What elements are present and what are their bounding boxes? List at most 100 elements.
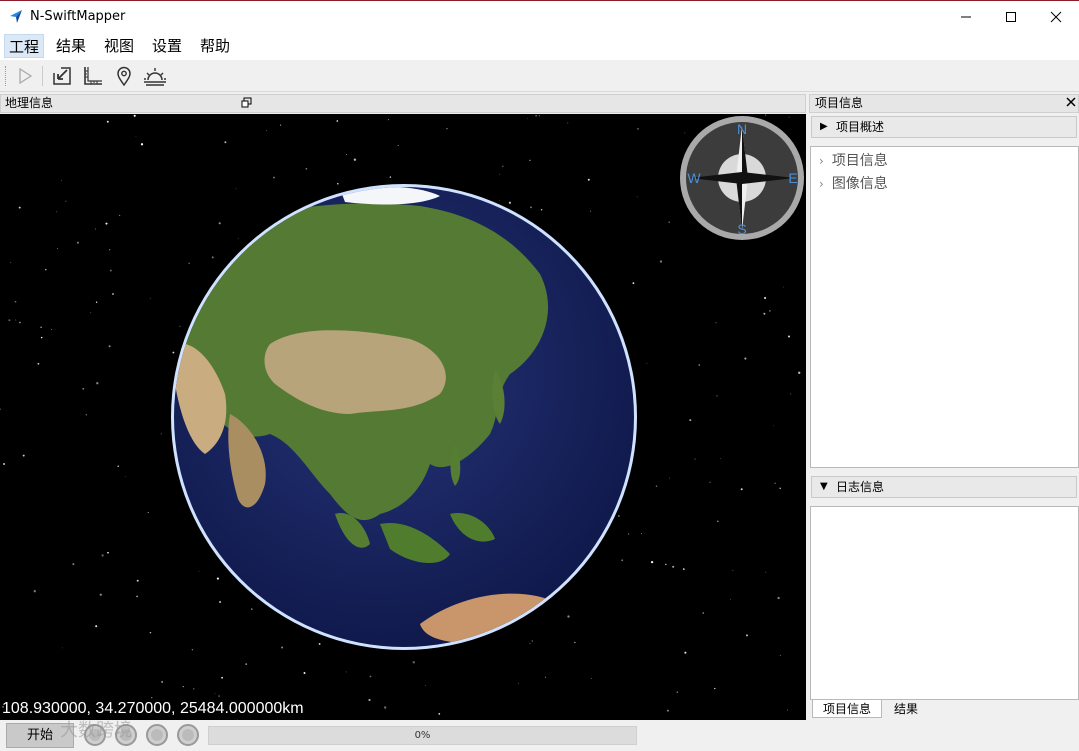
globe-viewport[interactable]: N S E W 108.930000, 34.270000, 25484.000… bbox=[0, 114, 806, 720]
log-section-toggle[interactable]: ▼ 日志信息 bbox=[811, 476, 1077, 498]
star bbox=[668, 221, 670, 223]
log-section-label: 日志信息 bbox=[836, 480, 885, 494]
star bbox=[637, 128, 639, 130]
status-toggle-4[interactable] bbox=[177, 724, 199, 746]
menu-view[interactable]: 视图 bbox=[100, 34, 138, 58]
star bbox=[788, 116, 790, 118]
star bbox=[3, 463, 6, 465]
star bbox=[135, 136, 137, 138]
star bbox=[744, 357, 747, 360]
toolbar-grip[interactable] bbox=[5, 66, 8, 86]
location-button[interactable] bbox=[112, 64, 136, 88]
minimize-button[interactable] bbox=[943, 1, 989, 32]
star bbox=[106, 120, 109, 123]
import-button[interactable] bbox=[50, 64, 74, 88]
star bbox=[15, 319, 17, 321]
star bbox=[221, 676, 223, 679]
star bbox=[56, 247, 58, 249]
star bbox=[676, 691, 678, 693]
close-panel-button[interactable] bbox=[1064, 97, 1077, 110]
star bbox=[108, 345, 111, 348]
globe-scene[interactable]: N S E W bbox=[0, 114, 806, 720]
star bbox=[280, 124, 282, 126]
menu-help[interactable]: 帮助 bbox=[196, 34, 234, 58]
star bbox=[303, 672, 306, 674]
star bbox=[179, 325, 181, 327]
float-panel-button[interactable] bbox=[240, 97, 253, 110]
star bbox=[160, 433, 162, 435]
project-panel: 项目信息 ▶ 项目概述 › 项目信息 › 图像信息 ▼ 日志信息 项目信息 结果 bbox=[241, 94, 1079, 720]
tree-item-image-info[interactable]: › 图像信息 bbox=[819, 173, 888, 193]
star bbox=[305, 168, 308, 170]
star bbox=[717, 520, 719, 522]
log-output[interactable] bbox=[810, 506, 1079, 700]
close-button[interactable] bbox=[1033, 1, 1079, 32]
project-tree[interactable]: › 项目信息 › 图像信息 bbox=[810, 146, 1079, 468]
star bbox=[438, 713, 441, 715]
star bbox=[769, 310, 771, 312]
star bbox=[273, 176, 275, 179]
star bbox=[665, 563, 667, 566]
menu-settings[interactable]: 设置 bbox=[148, 34, 186, 58]
star bbox=[774, 482, 776, 484]
import-icon bbox=[53, 67, 71, 85]
star bbox=[773, 425, 774, 427]
progress-bar: 0% bbox=[208, 726, 637, 745]
tree-item-label: 项目信息 bbox=[831, 153, 888, 169]
tab-project-info[interactable]: 项目信息 bbox=[812, 700, 883, 718]
status-toggle-3[interactable] bbox=[146, 724, 168, 746]
star bbox=[715, 322, 717, 324]
star bbox=[529, 159, 531, 162]
star bbox=[235, 188, 237, 190]
overview-section-toggle[interactable]: ▶ 项目概述 bbox=[811, 116, 1077, 138]
star bbox=[211, 256, 214, 259]
star bbox=[499, 173, 500, 175]
measure-button[interactable] bbox=[81, 64, 105, 88]
star bbox=[191, 649, 194, 651]
star bbox=[193, 688, 195, 690]
maximize-button[interactable] bbox=[988, 1, 1034, 32]
star bbox=[65, 200, 67, 202]
chevron-right-icon: › bbox=[819, 154, 824, 168]
run-button[interactable] bbox=[13, 64, 37, 88]
star bbox=[112, 293, 114, 295]
star bbox=[790, 393, 792, 395]
star bbox=[763, 312, 766, 315]
star bbox=[8, 319, 11, 322]
star bbox=[101, 554, 104, 557]
star bbox=[720, 458, 722, 459]
star bbox=[82, 387, 85, 390]
progress-text: 0% bbox=[414, 730, 431, 741]
star bbox=[72, 563, 75, 566]
compass-widget[interactable]: N S E W bbox=[680, 116, 804, 240]
star bbox=[590, 210, 592, 212]
star bbox=[281, 646, 284, 649]
close-icon bbox=[1065, 97, 1076, 107]
play-icon bbox=[19, 67, 33, 85]
star bbox=[765, 571, 767, 573]
star bbox=[425, 685, 426, 686]
menu-results[interactable]: 结果 bbox=[52, 34, 90, 58]
star bbox=[518, 682, 519, 684]
star bbox=[530, 206, 532, 209]
menu-project[interactable]: 工程 bbox=[4, 34, 45, 58]
star bbox=[777, 596, 780, 600]
tab-results[interactable]: 结果 bbox=[884, 700, 928, 718]
sunlight-button[interactable] bbox=[143, 64, 167, 88]
star bbox=[90, 312, 92, 314]
star bbox=[779, 487, 781, 490]
star bbox=[641, 533, 642, 535]
star bbox=[19, 321, 21, 324]
app-logo-icon bbox=[10, 10, 22, 23]
star bbox=[188, 262, 190, 264]
star bbox=[61, 647, 63, 649]
close-icon bbox=[1050, 11, 1062, 22]
star bbox=[650, 560, 654, 564]
star bbox=[446, 128, 448, 130]
geo-panel-header: 地理信息 bbox=[0, 94, 806, 113]
star bbox=[368, 698, 371, 702]
star bbox=[40, 326, 42, 328]
star bbox=[529, 643, 531, 645]
tree-item-project-info[interactable]: › 项目信息 bbox=[819, 150, 888, 170]
star bbox=[149, 297, 151, 299]
